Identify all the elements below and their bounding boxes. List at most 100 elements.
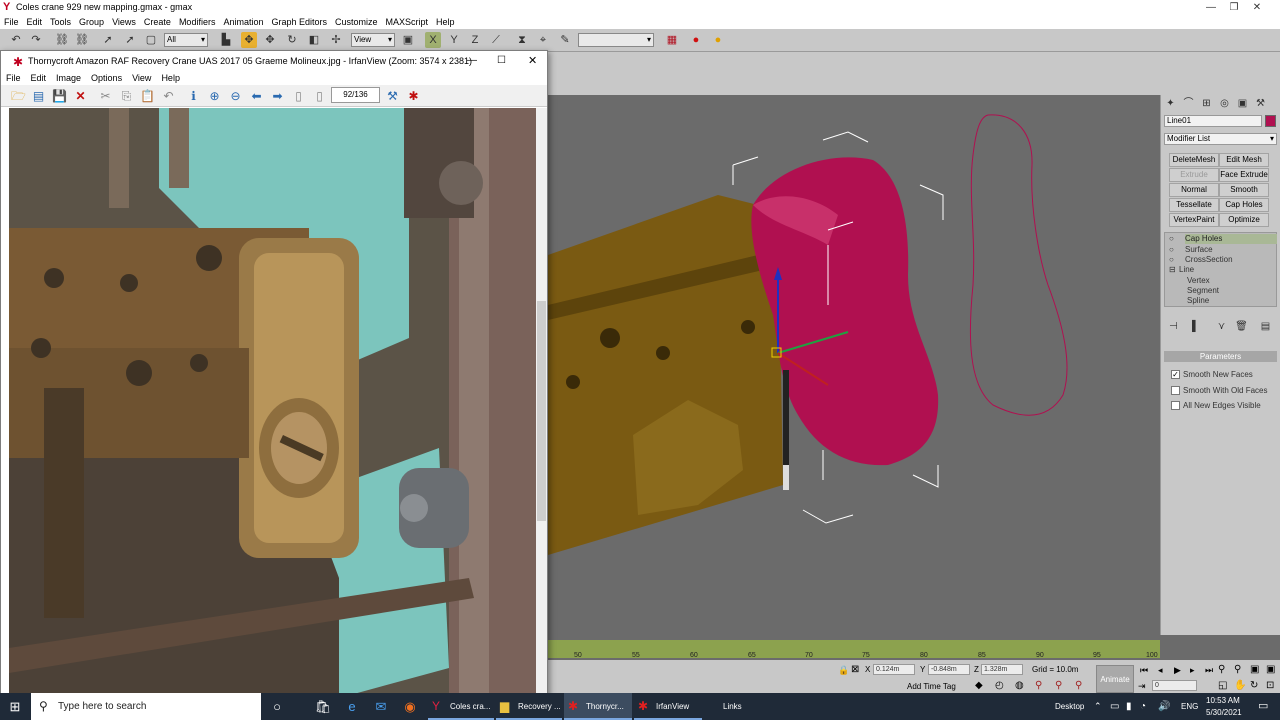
arc-rotate-icon[interactable]: ↻: [1250, 680, 1258, 691]
mirror-icon[interactable]: ⧗: [514, 32, 530, 48]
pin-stack-icon[interactable]: ⊣: [1166, 320, 1181, 333]
taskbar-app-explorer[interactable]: ▆ Recovery ...: [496, 693, 562, 720]
maximize-viewport-icon[interactable]: ⊡: [1266, 680, 1274, 691]
expand-icon[interactable]: ⊟: [1169, 265, 1176, 275]
irfanview-title-bar[interactable]: ✱ Thornycroft Amazon RAF Recovery Crane …: [1, 51, 547, 71]
irf-menu-help[interactable]: Help: [156, 71, 185, 85]
named-selection-dropdown[interactable]: [578, 33, 654, 47]
taskbar-app-irfanview-image[interactable]: ✱ Thornycr...: [564, 693, 632, 720]
z-axis-icon[interactable]: Z: [467, 32, 483, 48]
create-tab-icon[interactable]: ✦: [1163, 97, 1178, 110]
irf-menu-view[interactable]: View: [127, 71, 156, 85]
absolute-mode-icon[interactable]: ⊠: [851, 664, 859, 675]
undo-icon[interactable]: ↶: [8, 32, 24, 48]
stack-item-spline[interactable]: Spline: [1187, 296, 1209, 306]
rotate-icon[interactable]: ↻: [284, 32, 300, 48]
object-color-swatch[interactable]: [1265, 115, 1276, 127]
angle-snap-icon[interactable]: ◴: [995, 680, 1004, 691]
network-icon[interactable]: ▭: [1110, 693, 1119, 720]
utilities-tab-icon[interactable]: ⚒: [1253, 97, 1268, 110]
next-frame-icon[interactable]: ▸: [1190, 665, 1195, 676]
key-mode-toggle-icon[interactable]: ⇥: [1138, 681, 1146, 692]
snap-icon[interactable]: ✢: [328, 32, 344, 48]
scale-icon[interactable]: ◧: [306, 32, 322, 48]
unlink-icon[interactable]: ⛓: [74, 32, 90, 48]
add-time-tag-button[interactable]: Add Time Tag: [907, 682, 956, 691]
links-toolbar[interactable]: Links: [723, 693, 742, 720]
menu-customize[interactable]: Customize: [331, 15, 382, 29]
face-extrude-button[interactable]: Face Extrude: [1219, 168, 1269, 182]
xy-plane-icon[interactable]: ⟋: [488, 32, 504, 48]
select-and-link-icon[interactable]: ▙: [218, 32, 234, 48]
stack-item-surface[interactable]: Surface: [1185, 245, 1213, 255]
key-filter-icon[interactable]: ⚲: [1035, 680, 1042, 691]
remove-modifier-icon[interactable]: 🗑: [1234, 320, 1249, 333]
zoom-out-icon[interactable]: ⊖: [227, 88, 244, 105]
go-to-start-icon[interactable]: ⏮: [1140, 665, 1148, 676]
modify-tab-icon[interactable]: ⌒: [1181, 97, 1196, 110]
desktop-toolbar[interactable]: Desktop: [1055, 693, 1084, 720]
irf-menu-edit[interactable]: Edit: [26, 71, 52, 85]
zoom-all-icon[interactable]: ⚲: [1234, 664, 1241, 675]
select-by-name-icon[interactable]: ➚: [122, 32, 138, 48]
cut-icon[interactable]: ✂: [97, 88, 114, 105]
current-frame-field[interactable]: 0: [1152, 680, 1197, 691]
tessellate-button[interactable]: Tessellate: [1169, 198, 1219, 212]
select-and-move-icon[interactable]: ✥: [241, 32, 257, 48]
previous-frame-icon[interactable]: ◂: [1158, 665, 1163, 676]
previous-image-icon[interactable]: ⬅: [248, 88, 265, 105]
taskbar-app-gmax[interactable]: Y Coles cra...: [428, 693, 494, 720]
stack-item-line[interactable]: Line: [1179, 265, 1194, 275]
open-folder-icon[interactable]: 🗁: [10, 88, 27, 105]
object-name-field[interactable]: Line01: [1164, 115, 1262, 127]
start-button[interactable]: ⊞: [0, 693, 30, 720]
paste-icon[interactable]: 📋: [139, 88, 156, 105]
stack-item-cap-holes[interactable]: Cap Holes: [1185, 234, 1277, 244]
menu-maxscript[interactable]: MAXScript: [382, 15, 433, 29]
snapshot-icon[interactable]: ✎: [557, 32, 573, 48]
irf-menu-options[interactable]: Options: [86, 71, 127, 85]
display-tab-icon[interactable]: ▣: [1235, 97, 1250, 110]
undo-icon[interactable]: ↶: [160, 88, 177, 105]
normal-button[interactable]: Normal: [1169, 183, 1219, 197]
zoom-extents-all-icon[interactable]: ▣: [1266, 664, 1275, 675]
language-indicator[interactable]: ENG: [1181, 693, 1198, 720]
delete-icon[interactable]: ✕: [72, 88, 89, 105]
deletemesh-button[interactable]: DeleteMesh: [1169, 153, 1219, 167]
perspective-viewport[interactable]: [548, 95, 1160, 630]
modifier-list-dropdown[interactable]: Modifier List: [1164, 133, 1277, 145]
irfanview-maximize-button[interactable]: ☐: [497, 51, 506, 71]
close-button[interactable]: ✕: [1234, 0, 1280, 15]
stack-item-segment[interactable]: Segment: [1187, 286, 1219, 296]
first-page-icon[interactable]: ▯: [290, 88, 307, 105]
menu-animation[interactable]: Animation: [219, 15, 267, 29]
menu-views[interactable]: Views: [108, 15, 140, 29]
extrude-button[interactable]: Extrude: [1169, 168, 1219, 182]
reference-coord-dropdown[interactable]: View: [351, 33, 395, 47]
animate-button[interactable]: Animate: [1096, 665, 1134, 693]
vertexpaint-button[interactable]: VertexPaint: [1169, 213, 1219, 227]
zoom-extents-icon[interactable]: ▣: [1250, 664, 1259, 675]
zoom-in-icon[interactable]: ⊕: [206, 88, 223, 105]
menu-tools[interactable]: Tools: [46, 15, 75, 29]
redo-icon[interactable]: ↷: [28, 32, 44, 48]
firefox-icon[interactable]: ◉: [398, 693, 422, 720]
show-hidden-icons-icon[interactable]: ⌃: [1094, 693, 1102, 720]
stack-item-crosssection[interactable]: CrossSection: [1185, 255, 1233, 265]
menu-graph-editors[interactable]: Graph Editors: [267, 15, 331, 29]
next-image-icon[interactable]: ➡: [269, 88, 286, 105]
menu-modifiers[interactable]: Modifiers: [175, 15, 220, 29]
move-transform-icon[interactable]: ✥: [262, 32, 278, 48]
smooth-with-old-faces-checkbox[interactable]: [1171, 386, 1180, 395]
edge-icon[interactable]: e: [340, 693, 364, 720]
save-icon[interactable]: 💾: [51, 88, 68, 105]
cap-holes-button[interactable]: Cap Holes: [1219, 198, 1269, 212]
motion-tab-icon[interactable]: ◎: [1217, 97, 1232, 110]
time-ruler[interactable]: 50 55 60 65 70 75 80 85 90 95 100: [548, 640, 1160, 659]
key-mode-icon[interactable]: ⚲: [1055, 680, 1062, 691]
y-axis-icon[interactable]: Y: [446, 32, 462, 48]
notifications-icon[interactable]: ▭: [1258, 693, 1268, 720]
menu-help[interactable]: Help: [432, 15, 459, 29]
taskbar-search-box[interactable]: ⚲ Type here to search: [31, 693, 261, 720]
play-icon[interactable]: ▶: [1174, 665, 1181, 676]
